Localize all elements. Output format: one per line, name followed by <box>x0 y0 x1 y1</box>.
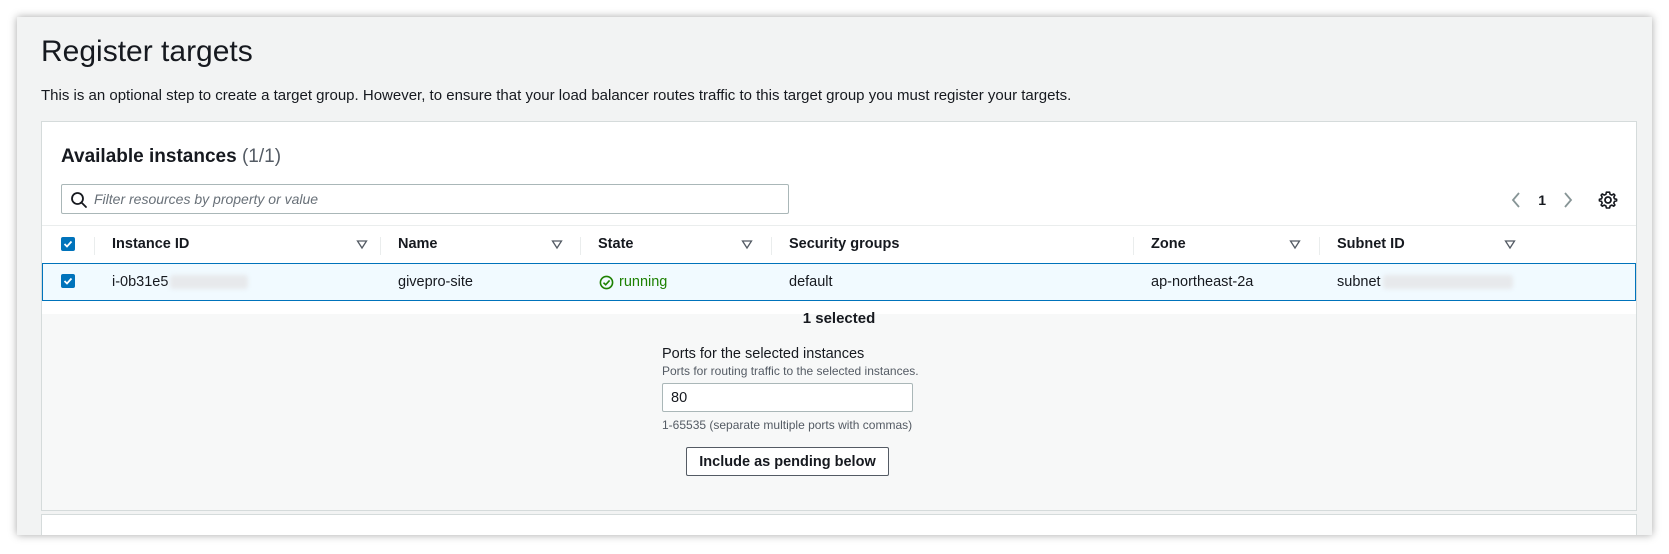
page-description: This is an optional step to create a tar… <box>41 87 1072 104</box>
ports-field-group: Ports for the selected instances Ports f… <box>662 346 922 432</box>
filter-search[interactable] <box>61 184 789 214</box>
column-separator <box>380 237 381 255</box>
gear-icon <box>1598 191 1618 209</box>
page-number[interactable]: 1 <box>1538 192 1546 208</box>
checkmark-icon <box>63 277 73 285</box>
column-separator <box>1319 237 1320 255</box>
register-targets-window: Register targets This is an optional ste… <box>17 17 1652 535</box>
chevron-left-icon <box>1512 192 1520 208</box>
column-header-state[interactable]: State <box>598 226 773 262</box>
previous-page-button[interactable] <box>1508 191 1524 209</box>
column-header-security-groups: Security groups <box>789 236 900 252</box>
ports-input[interactable] <box>662 383 913 412</box>
redacted-blur <box>1382 275 1513 289</box>
sort-caret-icon <box>1504 240 1516 250</box>
page-title: Register targets <box>41 35 253 68</box>
sort-caret-icon <box>551 240 563 250</box>
panel-heading-label: Available instances <box>61 146 237 167</box>
row-checkbox[interactable] <box>61 274 75 288</box>
table-header: Instance ID Name State Security groups Z… <box>42 226 1636 262</box>
chevron-right-icon <box>1564 192 1573 208</box>
cell-zone: ap-northeast-2a <box>1151 274 1254 290</box>
cell-instance-id[interactable]: i-0b31e5 <box>112 264 249 300</box>
search-input[interactable] <box>94 185 784 213</box>
redacted-blur <box>170 275 249 289</box>
sort-caret-icon <box>741 240 753 250</box>
column-separator <box>580 237 581 255</box>
search-icon <box>71 192 87 208</box>
ports-label: Ports for the selected instances <box>662 346 865 362</box>
ports-constraint-text: 1-65535 (separate multiple ports with co… <box>662 418 913 432</box>
panel-heading: Available instances (1/1) <box>61 146 281 168</box>
column-separator <box>771 237 772 255</box>
column-header-instance-id[interactable]: Instance ID <box>112 226 382 262</box>
sort-caret-icon <box>1289 240 1301 250</box>
review-targets-panel <box>41 514 1637 535</box>
column-header-name[interactable]: Name <box>398 226 583 262</box>
status-success-icon <box>599 275 614 289</box>
cell-state: running <box>599 264 667 300</box>
ports-description: Ports for routing traffic to the selecte… <box>662 364 919 378</box>
column-header-zone[interactable]: Zone <box>1151 226 1326 262</box>
cell-security-groups: default <box>789 274 833 290</box>
preferences-button[interactable] <box>1598 190 1618 210</box>
cell-subnet-id: subnet <box>1337 264 1513 300</box>
column-header-subnet-id[interactable]: Subnet ID <box>1337 226 1527 262</box>
pagination: 1 <box>1508 190 1576 210</box>
selection-count: 1 selected <box>802 310 876 327</box>
column-separator <box>1133 237 1134 255</box>
next-page-button[interactable] <box>1560 191 1576 209</box>
column-separator <box>94 237 95 255</box>
available-instances-panel: Available instances (1/1) 1 <box>41 121 1637 511</box>
sort-caret-icon <box>356 240 368 250</box>
cell-name: givepro-site <box>398 274 473 290</box>
panel-heading-count: (1/1) <box>241 146 282 167</box>
select-all-checkbox[interactable] <box>61 237 75 251</box>
include-as-pending-button[interactable]: Include as pending below <box>686 447 889 476</box>
table-row[interactable]: i-0b31e5 givepro-site running default ap… <box>42 263 1636 301</box>
checkmark-icon <box>63 240 73 248</box>
